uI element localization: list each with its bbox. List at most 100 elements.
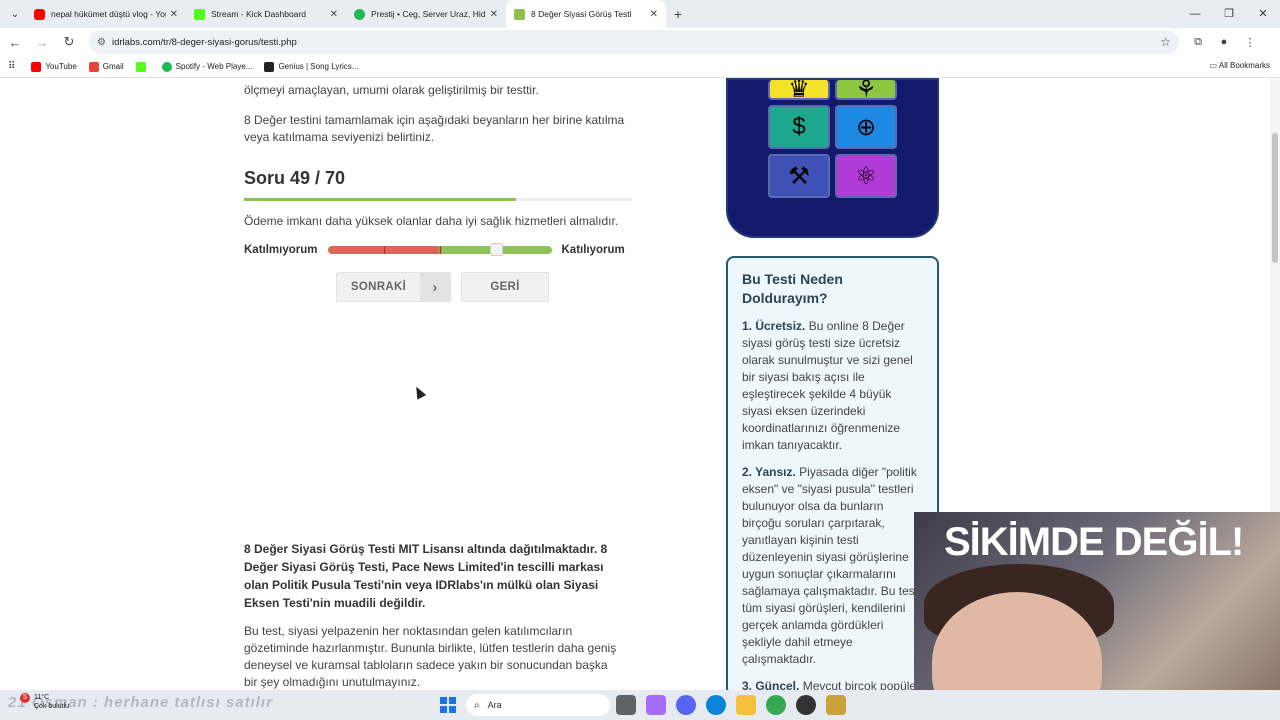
url-text: idrlabs.com/tr/8-deger-siyasi-gorus/test… [111, 36, 297, 48]
bookmark-label: YouTube [45, 62, 77, 71]
taskbar-search[interactable]: ⌕ Ara [466, 694, 610, 716]
disclaimer-text: Bu test, siyasi yelpazenin her noktasınd… [244, 624, 617, 689]
new-tab-icon[interactable]: + [666, 6, 690, 22]
tab-strip: ⌄ nepal hükümet düştü vlog - You ✕ Strea… [0, 0, 1280, 28]
question-text: Ödeme imkanı daha yüksek olanlar daha iy… [244, 214, 619, 228]
hammer-icon: ⚒ [768, 154, 830, 198]
intro-text-2: 8 Değer testini tamamlamak için aşağıdak… [244, 113, 625, 144]
notification-badge: 5 [20, 693, 30, 703]
chevron-right-icon: › [420, 273, 450, 301]
agreement-slider[interactable] [327, 243, 552, 256]
reason-3: 3. Güncel. Mevcut birçok popüler siyasi … [742, 678, 923, 690]
slider-tick [383, 246, 385, 254]
bookmark-youtube[interactable]: YouTube [31, 61, 77, 72]
reason-2: 2. Yansız. Piyasada diğer "politik eksen… [742, 464, 923, 668]
tab-3-active[interactable]: 8 Değer Siyasi Görüş Testi ✕ [506, 0, 666, 28]
forward-arrow-icon[interactable]: → [30, 35, 54, 50]
file-explorer-icon[interactable] [736, 695, 756, 715]
progress-fill [244, 198, 516, 201]
tab-title: Stream - Kick Dashboard [211, 9, 306, 19]
reason-1: 1. Ücretsiz. Bu online 8 Değer siyasi gö… [742, 318, 923, 454]
bookmark-gmail[interactable]: Gmail [88, 61, 124, 72]
close-tab-icon[interactable]: ✕ [330, 9, 338, 20]
question-counter: Soru 49 / 70 [244, 168, 346, 188]
bookmark-kick[interactable] [135, 61, 150, 72]
tab-2[interactable]: Prestij • Ceg, Server Uraz, Hidra ✕ [346, 0, 506, 28]
tab-1[interactable]: Stream - Kick Dashboard ✕ [186, 0, 346, 28]
back-button-label: GERİ [490, 281, 520, 293]
apps-grid-icon[interactable]: ⠿ [8, 61, 15, 72]
browser-toolbar: ← → ↻ ⚙ idrlabs.com/tr/8-deger-siyasi-go… [0, 28, 1280, 56]
tab-search-icon[interactable]: ⌄ [4, 3, 26, 25]
scrollbar-thumb[interactable] [1272, 133, 1278, 263]
minimize-icon[interactable]: — [1178, 0, 1212, 28]
close-tab-icon[interactable]: ✕ [650, 9, 658, 20]
webcam-overlay: SİKİMDE DEĞİL! [914, 512, 1280, 720]
close-tab-icon[interactable]: ✕ [170, 9, 178, 20]
mouse-cursor-icon [411, 384, 427, 400]
spotify-favicon-icon [354, 8, 365, 20]
bookmark-label: Gmail [102, 62, 124, 71]
reason-head: 2. Yansız. [742, 465, 796, 479]
tab-title: Prestij • Ceg, Server Uraz, Hidra [371, 9, 486, 19]
atom-icon: ⚛ [835, 154, 897, 198]
menu-kebab-icon[interactable]: ⋮ [1241, 36, 1259, 49]
intro-text-1: ölçmeyi amaçlayan, umumi olarak geliştir… [244, 83, 539, 97]
genius-icon [264, 61, 275, 72]
next-button[interactable]: SONRAKİ › [336, 272, 451, 302]
reason-head: 3. Güncel. [742, 679, 800, 690]
reload-icon[interactable]: ↻ [57, 34, 81, 50]
back-arrow-icon[interactable]: ← [3, 35, 27, 50]
league-icon[interactable] [826, 695, 846, 715]
tab-0[interactable]: nepal hükümet düştü vlog - You ✕ [26, 0, 186, 28]
all-bookmarks-label: All Bookmarks [1218, 61, 1270, 70]
taskbar: 21 Osman : herhane tatlısı satılır 5 11°… [0, 690, 1280, 720]
dollar-icon: $ [768, 105, 830, 149]
all-bookmarks[interactable]: ▭ All Bookmarks [1210, 61, 1270, 70]
site-info-icon[interactable]: ⚙ [97, 37, 106, 48]
overlay-caption: SİKİMDE DEĞİL! [944, 520, 1244, 564]
gmail-icon [88, 61, 99, 72]
youtube-icon [31, 61, 42, 72]
back-button[interactable]: GERİ [461, 272, 549, 302]
obs-icon[interactable] [796, 695, 816, 715]
youtube-favicon-icon [34, 8, 45, 20]
address-bar[interactable]: ⚙ idrlabs.com/tr/8-deger-siyasi-gorus/te… [89, 30, 1179, 54]
discord-icon[interactable] [676, 695, 696, 715]
reason-head: 1. Ücretsiz. [742, 319, 806, 333]
weather-widget[interactable]: 5 11°C Çok bulutlu [20, 693, 69, 711]
edge-icon[interactable] [706, 695, 726, 715]
extensions-icon[interactable]: ⧉ [1189, 36, 1207, 49]
progress-bar [244, 198, 632, 201]
slider-handle[interactable] [489, 243, 503, 256]
tab-title: nepal hükümet düştü vlog - You [51, 9, 166, 19]
agree-label: Katılıyorum [561, 244, 625, 256]
globe-icon: ⊕ [835, 105, 897, 149]
slider-tick [439, 246, 441, 254]
chrome-icon[interactable] [766, 695, 786, 715]
bookmark-label: Genius | Song Lyrics... [278, 62, 359, 71]
profile-avatar-icon[interactable]: ● [1215, 36, 1233, 49]
maximize-icon[interactable]: ❐ [1212, 0, 1246, 28]
why-title: Bu Testi Neden Doldurayım? [742, 271, 843, 306]
close-window-icon[interactable]: ✕ [1246, 0, 1280, 28]
taskbar-search-label: Ara [487, 700, 502, 710]
weather-temp: 11°C [34, 694, 50, 701]
reason-text: Piyasada diğer "politik eksen" ve "siyas… [742, 465, 919, 666]
windows-start-icon[interactable] [440, 697, 456, 713]
bookmark-star-icon[interactable]: ☆ [1160, 35, 1171, 49]
next-button-label: SONRAKİ [350, 281, 407, 293]
test-illustration: ♛ ⚘ $ ⊕ ⚒ ⚛ [726, 78, 939, 238]
task-view-icon[interactable] [616, 695, 636, 715]
tree-icon: ⚘ [835, 80, 897, 103]
kick-favicon-icon [194, 8, 205, 20]
folder-icon: ▭ [1209, 61, 1219, 70]
bookmark-spotify[interactable]: Spotify - Web Playe... [161, 61, 252, 72]
bookmark-genius[interactable]: Genius | Song Lyrics... [264, 61, 359, 72]
answer-scale: Katılmıyorum Katılıyorum [244, 242, 634, 258]
taskbar-apps [616, 695, 846, 715]
crown-icon: ♛ [768, 80, 830, 103]
license-notice: 8 Değer Siyasi Görüş Testi MIT Lisansı a… [244, 542, 608, 610]
close-tab-icon[interactable]: ✕ [490, 9, 498, 20]
copilot-icon[interactable] [646, 695, 666, 715]
